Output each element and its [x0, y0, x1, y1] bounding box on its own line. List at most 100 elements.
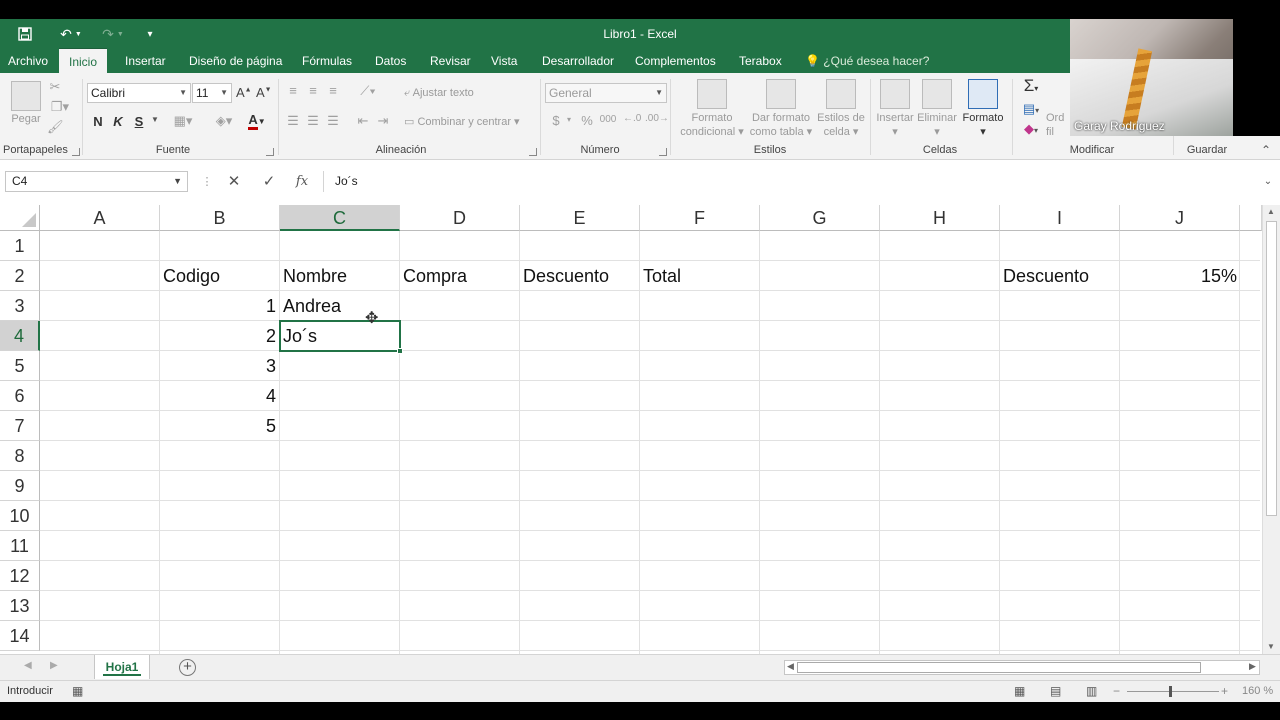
currency-dropdown-icon[interactable]: ▾ — [565, 115, 573, 124]
format-cells-button[interactable]: Formato ▾ — [958, 111, 1008, 139]
cell-b4[interactable]: 2 — [160, 321, 276, 351]
tab-formulas[interactable]: Fórmulas — [292, 48, 362, 73]
tell-me-search[interactable]: 💡 ¿Qué desea hacer? — [805, 48, 929, 73]
bold-button[interactable]: N — [91, 114, 105, 129]
cut-icon[interactable]: ✂ — [47, 79, 63, 95]
decrease-indent-icon[interactable]: ⇤ — [354, 113, 372, 129]
cell-j2[interactable]: 15% — [1122, 261, 1237, 291]
align-center-icon[interactable]: ☰ — [305, 113, 321, 129]
column-header-j[interactable]: J — [1120, 205, 1240, 231]
alignment-launcher-icon[interactable] — [529, 148, 537, 156]
cell-c2[interactable]: Nombre — [283, 261, 347, 291]
increase-decimal-icon[interactable]: ←.0 — [623, 113, 641, 124]
vertical-scrollbar[interactable]: ▲ ▼ — [1262, 205, 1280, 654]
tab-complementos[interactable]: Complementos — [625, 48, 726, 73]
tab-datos[interactable]: Datos — [365, 48, 416, 73]
align-right-icon[interactable]: ☰ — [325, 113, 341, 129]
horizontal-scroll-thumb[interactable] — [797, 662, 1201, 673]
row-header-13[interactable]: 13 — [0, 591, 40, 621]
row-header-6[interactable]: 6 — [0, 381, 40, 411]
row-header-1[interactable]: 1 — [0, 231, 40, 261]
increase-indent-icon[interactable]: ⇥ — [374, 113, 392, 129]
sort-filter-button[interactable]: Ord fil — [1046, 111, 1072, 139]
row-header-8[interactable]: 8 — [0, 441, 40, 471]
font-size-combo[interactable]: 11 ▼ — [192, 83, 232, 103]
align-middle-icon[interactable]: ≡ — [305, 83, 321, 98]
sheet-prev-icon[interactable]: ◀ — [24, 660, 32, 671]
column-header-i[interactable]: I — [1000, 205, 1120, 231]
insert-function-icon[interactable]: fx — [292, 172, 312, 192]
row-header-12[interactable]: 12 — [0, 561, 40, 591]
name-box[interactable]: C4 ▼ — [5, 171, 188, 192]
conditional-format-button[interactable]: Formato condicional ▾ — [676, 111, 748, 139]
cell-e2[interactable]: Descuento — [523, 261, 609, 291]
cell-b3[interactable]: 1 — [160, 291, 276, 321]
macro-record-icon[interactable]: ▦ — [72, 684, 83, 698]
zoom-slider[interactable] — [1127, 691, 1219, 692]
font-name-combo[interactable]: Calibri ▼ — [87, 83, 191, 103]
worksheet-grid[interactable]: A B C D E F G H I J 1 2 3 4 5 6 7 8 9 10… — [0, 205, 1280, 654]
copy-icon[interactable]: ❐▾ — [47, 99, 73, 115]
cell-c3[interactable]: Andrea — [283, 291, 341, 321]
wrap-text-button[interactable]: ⤶ Ajustar texto — [404, 86, 474, 100]
active-cell-selection[interactable] — [279, 320, 403, 354]
underline-button[interactable]: S — [132, 114, 146, 129]
column-header-b[interactable]: B — [160, 205, 280, 231]
delete-cells-button[interactable]: Eliminar ▾ — [914, 111, 960, 139]
row-header-3[interactable]: 3 — [0, 291, 40, 321]
cell-b6[interactable]: 4 — [160, 381, 276, 411]
row-header-10[interactable]: 10 — [0, 501, 40, 531]
autosum-icon[interactable]: Σ▾ — [1018, 76, 1044, 96]
column-header-f[interactable]: F — [640, 205, 760, 231]
add-sheet-icon[interactable]: + — [179, 659, 196, 676]
column-header-h[interactable]: H — [880, 205, 1000, 231]
cell-styles-button[interactable]: Estilos de celda ▾ — [814, 111, 868, 139]
formula-input[interactable]: Jo´s — [323, 171, 1275, 192]
confirm-entry-icon[interactable]: ✓ — [259, 172, 279, 192]
cancel-entry-icon[interactable]: ✕ — [224, 172, 244, 192]
cell-d2[interactable]: Compra — [403, 261, 467, 291]
align-left-icon[interactable]: ☰ — [285, 113, 301, 129]
column-header-e[interactable]: E — [520, 205, 640, 231]
cell-b2[interactable]: Codigo — [163, 261, 220, 291]
name-box-dropdown-icon[interactable]: ▼ — [173, 172, 182, 191]
decrease-font-icon[interactable]: A▼ — [256, 85, 272, 100]
row-header-9[interactable]: 9 — [0, 471, 40, 501]
fill-color-icon[interactable]: ◈▾ — [211, 113, 237, 129]
tab-terabox[interactable]: Terabox — [729, 48, 792, 73]
zoom-slider-knob[interactable] — [1169, 686, 1172, 697]
tab-archivo[interactable]: Archivo — [0, 48, 58, 73]
clipboard-launcher-icon[interactable] — [72, 148, 80, 156]
vertical-scroll-thumb[interactable] — [1266, 221, 1277, 516]
zoom-out-icon[interactable]: − — [1113, 684, 1120, 698]
currency-button[interactable]: $ — [550, 113, 562, 128]
tab-vista[interactable]: Vista — [481, 48, 527, 73]
insert-cells-button[interactable]: Insertar ▾ — [872, 111, 918, 139]
cell-f2[interactable]: Total — [643, 261, 681, 291]
fill-icon[interactable]: ▤▾ — [1018, 101, 1044, 117]
column-header-a[interactable]: A — [40, 205, 160, 231]
zoom-level[interactable]: 160 % — [1242, 685, 1273, 697]
scroll-down-icon[interactable]: ▼ — [1267, 642, 1275, 651]
tab-diseno-pagina[interactable]: Diseño de página — [179, 48, 292, 73]
scroll-left-icon[interactable]: ◀ — [787, 661, 794, 672]
merge-center-button[interactable]: ▭ Combinar y centrar ▾ — [404, 115, 520, 129]
cell-b7[interactable]: 5 — [160, 411, 276, 441]
align-top-icon[interactable]: ≡ — [285, 83, 301, 98]
thousands-button[interactable]: 000 — [598, 114, 618, 125]
scroll-right-icon[interactable]: ▶ — [1249, 661, 1256, 672]
row-header-11[interactable]: 11 — [0, 531, 40, 561]
paste-button[interactable]: Pegar — [8, 112, 44, 126]
percent-button[interactable]: % — [580, 113, 594, 128]
tab-revisar[interactable]: Revisar — [420, 48, 481, 73]
decrease-decimal-icon[interactable]: .00→ — [645, 113, 669, 124]
font-color-icon[interactable]: A▼ — [244, 112, 270, 130]
expand-formula-bar-icon[interactable]: ⌄ — [1258, 172, 1278, 192]
italic-button[interactable]: K — [111, 114, 125, 129]
tab-desarrollador[interactable]: Desarrollador — [532, 48, 624, 73]
row-header-2[interactable]: 2 — [0, 261, 40, 291]
column-header-c[interactable]: C — [280, 205, 400, 231]
column-header-k[interactable] — [1240, 205, 1262, 231]
format-painter-icon[interactable]: 🖌 — [47, 119, 64, 135]
fill-handle[interactable] — [397, 348, 403, 354]
